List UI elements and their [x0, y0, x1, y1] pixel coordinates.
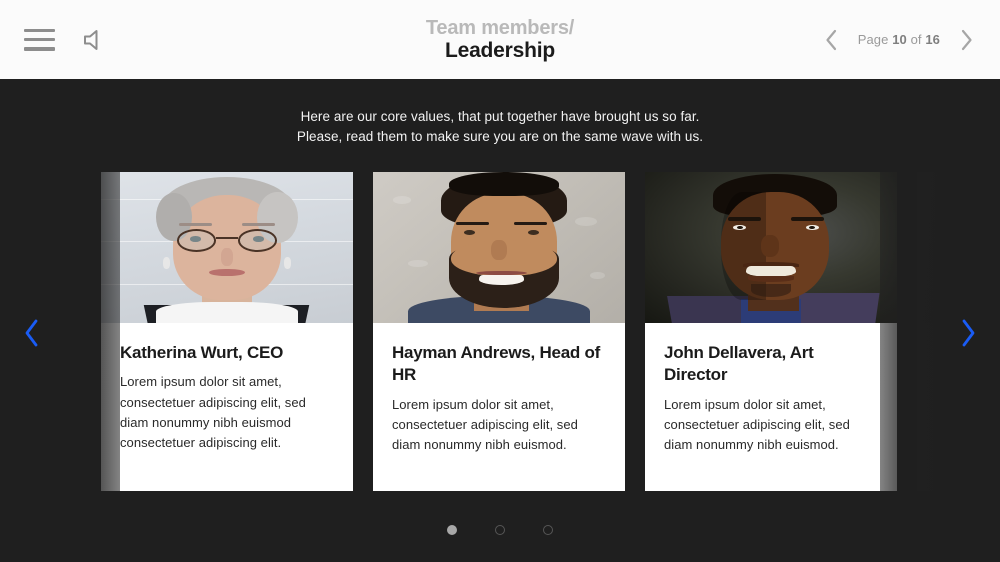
hamburger-menu-icon[interactable]: [24, 28, 55, 51]
prev-page-button[interactable]: [820, 25, 842, 55]
carousel-next-button[interactable]: [948, 311, 988, 355]
slide-title: Team members/ Leadership: [300, 17, 700, 63]
top-toolbar: Team members/ Leadership Page 10 of 16: [0, 0, 1000, 79]
toolbar-left-group: [0, 27, 300, 53]
portrait-bearded-man-smiling: [373, 172, 625, 323]
hamburger-bar: [24, 28, 55, 32]
toolbar-right-group: Page 10 of 16: [700, 25, 1000, 55]
slide-subtitle-line-1: Here are our core values, that put toget…: [300, 109, 700, 124]
team-member-name: John Dellavera, Art Director: [664, 343, 814, 385]
carousel-dot-3[interactable]: [543, 525, 553, 535]
team-member-card[interactable]: Hayman Andrews, Head of HR Lorem ipsum d…: [373, 172, 625, 491]
carousel-pagination: [0, 525, 1000, 535]
presentation-slide-viewer: Team members/ Leadership Page 10 of 16 H…: [0, 0, 1000, 562]
page-counter-middle: of: [906, 32, 926, 47]
speaker-icon[interactable]: [81, 27, 107, 53]
hamburger-bar: [24, 47, 55, 51]
carousel-dot-2[interactable]: [495, 525, 505, 535]
page-counter-total: 16: [925, 32, 940, 47]
team-member-description: Lorem ipsum dolor sit amet, consectetuer…: [664, 396, 850, 453]
team-member-card[interactable]: John Dellavera, Art Director Lorem ipsum…: [645, 172, 897, 491]
team-member-info: John Dellavera, Art Director Lorem ipsum…: [645, 323, 897, 456]
slide-title-main: Leadership: [444, 38, 556, 62]
hamburger-bar: [24, 37, 55, 42]
carousel-dot-1[interactable]: [447, 525, 457, 535]
team-member-photo: [101, 172, 353, 323]
team-member-info: Katherina Wurt, CEO Lorem ipsum dolor si…: [101, 323, 353, 454]
portrait-placeholder: [917, 172, 1000, 323]
team-member-description: Lorem ipsum dolor sit amet, consectetuer…: [392, 396, 578, 453]
slide-subtitle: Here are our core values, that put toget…: [0, 107, 1000, 147]
team-member-photo: [373, 172, 625, 323]
slide-title-eyebrow: Team members/: [425, 16, 575, 39]
team-member-name: Hayman Andrews, Head of HR: [392, 343, 601, 385]
slide-subtitle-line-2: Please, read them to make sure you are o…: [296, 128, 704, 144]
team-member-photo: [917, 172, 1000, 323]
team-member-card[interactable]: Katherina Wurt, CEO Lorem ipsum dolor si…: [101, 172, 353, 491]
page-counter-current: 10: [892, 32, 907, 47]
portrait-young-man-suit-smiling: [645, 172, 897, 323]
team-member-photo: [645, 172, 897, 323]
slide-canvas: Here are our core values, that put toget…: [0, 79, 1000, 562]
team-member-description: Lorem ipsum dolor sit amet, consectetuer…: [120, 374, 306, 451]
page-counter: Page 10 of 16: [858, 32, 940, 47]
team-member-info: Hayman Andrews, Head of HR Lorem ipsum d…: [373, 323, 625, 456]
carousel-prev-button[interactable]: [12, 311, 52, 355]
carousel-track[interactable]: Katherina Wurt, CEO Lorem ipsum dolor si…: [101, 172, 1000, 491]
next-page-button[interactable]: [956, 25, 978, 55]
page-counter-prefix: Page: [857, 32, 893, 47]
team-carousel: Katherina Wurt, CEO Lorem ipsum dolor si…: [0, 172, 1000, 492]
portrait-woman-gray-hair-glasses: [101, 172, 353, 323]
team-member-name: Katherina Wurt, CEO: [120, 343, 284, 362]
